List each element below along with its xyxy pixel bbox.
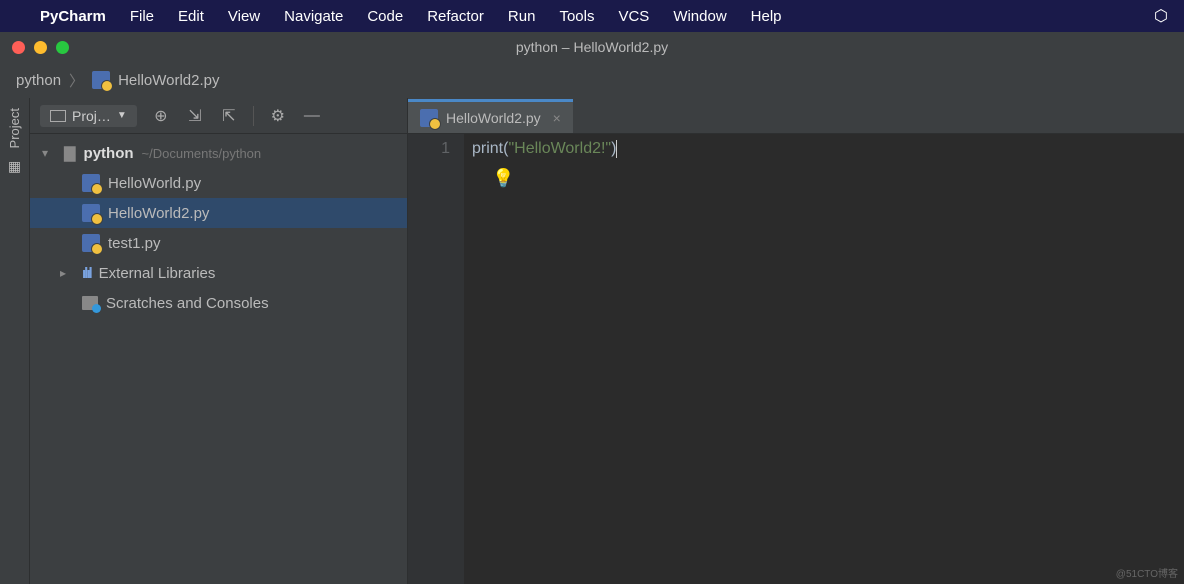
expand-all-icon[interactable]: ⇲: [185, 106, 205, 126]
project-tool-tab[interactable]: Project: [7, 108, 22, 148]
chevron-right-icon: 〉: [69, 70, 84, 91]
editor-content[interactable]: 1 print("HelloWorld2!") 💡: [408, 134, 1184, 584]
python-file-icon: [82, 174, 100, 192]
tree-root-path: ~/Documents/python: [142, 146, 262, 161]
menubar-refactor[interactable]: Refactor: [427, 8, 484, 25]
menubar-window[interactable]: Window: [673, 8, 726, 25]
tree-file-item[interactable]: HelloWorld2.py: [30, 198, 407, 228]
python-file-icon: [82, 204, 100, 222]
menubar-vcs[interactable]: VCS: [618, 8, 649, 25]
python-file-icon: [92, 71, 110, 89]
chevron-down-icon: ▾: [42, 146, 56, 160]
left-tool-tab-strip: Project ▦: [0, 98, 30, 584]
project-tree: ▾ ▇ python ~/Documents/python HelloWorld…: [30, 134, 407, 318]
scratches-icon: [82, 296, 98, 310]
menubar-view[interactable]: View: [228, 8, 260, 25]
tree-file-item[interactable]: test1.py: [30, 228, 407, 258]
menubar-navigate[interactable]: Navigate: [284, 8, 343, 25]
project-view-label: Proj…: [72, 108, 111, 124]
scratches-label: Scratches and Consoles: [106, 295, 269, 312]
window-title: python – HelloWorld2.py: [0, 39, 1184, 55]
hide-panel-icon[interactable]: —: [302, 106, 322, 126]
tree-root-label: python: [84, 145, 134, 162]
code-line[interactable]: print("HelloWorld2!"): [472, 140, 1184, 164]
library-icon: ılıl: [82, 265, 91, 282]
tree-root-folder[interactable]: ▾ ▇ python ~/Documents/python: [30, 138, 407, 168]
project-panel: Proj… ▼ ⊕ ⇲ ⇱ ⚙ — ▾ ▇ python ~/Documents…: [30, 98, 408, 584]
external-libraries-label: External Libraries: [99, 265, 216, 282]
project-view-selector[interactable]: Proj… ▼: [40, 105, 137, 127]
collapse-all-icon[interactable]: ⇱: [219, 106, 239, 126]
menubar-help[interactable]: Help: [751, 8, 782, 25]
code-token-string: "HelloWorld2!": [508, 140, 611, 157]
editor-area: HelloWorld2.py × 1 print("HelloWorld2!")…: [408, 98, 1184, 584]
editor-tab[interactable]: HelloWorld2.py ×: [408, 99, 573, 133]
line-number: 1: [408, 140, 450, 164]
locate-icon[interactable]: ⊕: [151, 106, 171, 126]
code-token-fn: print: [472, 140, 503, 157]
macos-menubar: PyCharm File Edit View Navigate Code Ref…: [0, 0, 1184, 32]
tree-file-label: HelloWorld.py: [108, 175, 201, 192]
editor-tab-label: HelloWorld2.py: [446, 110, 541, 126]
menubar-status-icon[interactable]: ⬡: [1154, 6, 1168, 26]
window-titlebar: python – HelloWorld2.py: [0, 32, 1184, 62]
python-file-icon: [420, 109, 438, 127]
close-window-button[interactable]: [12, 41, 25, 54]
editor-gutter: 1: [408, 134, 464, 584]
traffic-lights: [12, 41, 69, 54]
tree-scratches[interactable]: Scratches and Consoles: [30, 288, 407, 318]
code-body[interactable]: print("HelloWorld2!") 💡: [464, 134, 1184, 584]
chevron-right-icon: ▸: [60, 266, 74, 280]
editor-tabs: HelloWorld2.py ×: [408, 98, 1184, 134]
tree-file-label: test1.py: [108, 235, 161, 252]
menubar-tools[interactable]: Tools: [559, 8, 594, 25]
maximize-window-button[interactable]: [56, 41, 69, 54]
breadcrumb-root[interactable]: python: [16, 72, 61, 89]
menubar-edit[interactable]: Edit: [178, 8, 204, 25]
menubar-app-name[interactable]: PyCharm: [40, 8, 106, 25]
breadcrumb: python 〉 HelloWorld2.py: [0, 62, 1184, 98]
chevron-down-icon: ▼: [117, 110, 127, 121]
settings-gear-icon[interactable]: ⚙: [268, 106, 288, 126]
tree-external-libraries[interactable]: ▸ ılıl External Libraries: [30, 258, 407, 288]
minimize-window-button[interactable]: [34, 41, 47, 54]
menubar-file[interactable]: File: [130, 8, 154, 25]
python-file-icon: [82, 234, 100, 252]
close-tab-icon[interactable]: ×: [553, 110, 561, 126]
project-view-icon: [50, 110, 66, 122]
tree-file-label: HelloWorld2.py: [108, 205, 209, 222]
project-tool-icon[interactable]: ▦: [8, 158, 21, 175]
intention-bulb-icon[interactable]: 💡: [492, 168, 1184, 189]
menubar-run[interactable]: Run: [508, 8, 536, 25]
folder-icon: ▇: [64, 144, 76, 162]
tree-file-item[interactable]: HelloWorld.py: [30, 168, 407, 198]
menubar-code[interactable]: Code: [367, 8, 403, 25]
text-cursor: [616, 140, 617, 158]
project-panel-toolbar: Proj… ▼ ⊕ ⇲ ⇱ ⚙ —: [30, 98, 407, 134]
breadcrumb-file[interactable]: HelloWorld2.py: [118, 72, 219, 89]
toolbar-divider: [253, 106, 254, 126]
watermark: @51CTO博客: [1116, 565, 1178, 580]
